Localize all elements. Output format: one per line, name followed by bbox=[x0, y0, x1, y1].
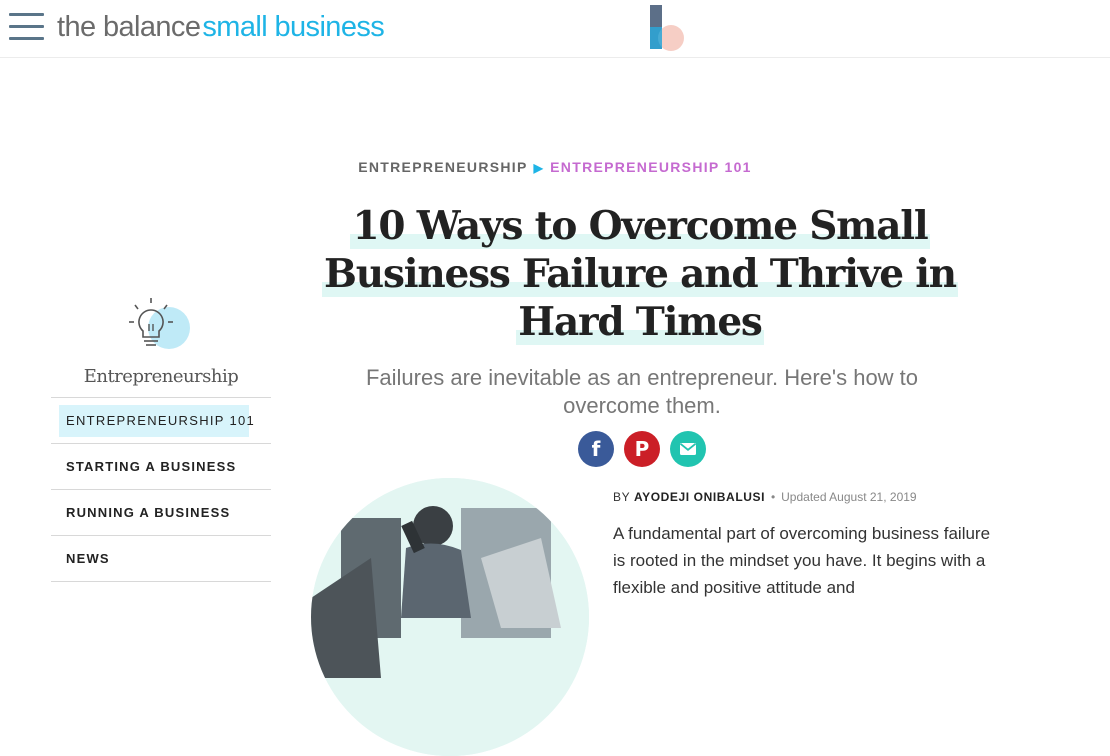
sidebar-item-starting-a-business[interactable]: STARTING A BUSINESS bbox=[51, 444, 271, 490]
pinterest-share-button[interactable]: P bbox=[624, 431, 660, 467]
site-logo[interactable]: the balancesmall business bbox=[57, 11, 385, 44]
sidebar-item-label[interactable]: STARTING A BUSINESS bbox=[66, 459, 236, 474]
article-body-paragraph: A fundamental part of overcoming busines… bbox=[613, 524, 991, 597]
logo-text-small-business: small business bbox=[202, 11, 385, 43]
hamburger-menu-icon[interactable] bbox=[9, 13, 44, 41]
byline-prefix: BY bbox=[613, 490, 630, 504]
sidebar-item-news[interactable]: NEWS bbox=[51, 536, 271, 582]
email-share-button[interactable] bbox=[670, 431, 706, 467]
breadcrumb-entrepreneurship[interactable]: ENTREPRENEURSHIP bbox=[358, 159, 527, 175]
sidebar-item-label[interactable]: NEWS bbox=[66, 551, 110, 566]
sidebar-item-running-a-business[interactable]: RUNNING A BUSINESS bbox=[51, 490, 271, 536]
site-header: the balancesmall business bbox=[0, 0, 1110, 58]
article-title: 10 Ways to Overcome Small Business Failu… bbox=[310, 202, 970, 346]
facebook-icon: f bbox=[591, 437, 601, 461]
lightbulb-icon bbox=[129, 298, 190, 349]
envelope-icon bbox=[679, 443, 697, 455]
author-link[interactable]: AYODEJI ONIBALUSI bbox=[634, 490, 765, 504]
breadcrumb-arrow-icon: ▶ bbox=[533, 161, 545, 175]
updated-date: Updated August 21, 2019 bbox=[781, 490, 917, 504]
facebook-share-button[interactable]: f bbox=[578, 431, 614, 467]
pinterest-icon: P bbox=[634, 437, 650, 461]
title-line-2: Business Failure and Thrive in bbox=[322, 251, 958, 297]
title-line-1: 10 Ways to Overcome Small bbox=[350, 203, 930, 249]
breadcrumb-entrepreneurship-101[interactable]: ENTREPRENEURSHIP 101 bbox=[550, 159, 752, 175]
sidebar-nav: ENTREPRENEURSHIP 101 STARTING A BUSINESS… bbox=[51, 397, 271, 582]
byline-bullet: • bbox=[771, 490, 776, 504]
sidebar-item-label[interactable]: RUNNING A BUSINESS bbox=[66, 505, 230, 520]
title-line-3: Hard Times bbox=[516, 299, 764, 345]
article-byline: BY AYODEJI ONIBALUSI • Updated August 21… bbox=[613, 490, 917, 504]
article-hero-image bbox=[311, 478, 589, 756]
sidebar-title: Entrepreneurship bbox=[83, 366, 239, 387]
sidebar-item-label[interactable]: ENTREPRENEURSHIP 101 bbox=[66, 413, 255, 428]
article-subtitle: Failures are inevitable as an entreprene… bbox=[365, 365, 919, 418]
hero-photo bbox=[311, 478, 589, 756]
logo-text-the-balance: the balance bbox=[57, 11, 201, 43]
sidebar-item-entrepreneurship-101[interactable]: ENTREPRENEURSHIP 101 bbox=[51, 398, 271, 444]
breadcrumb: ENTREPRENEURSHIP ▶ ENTREPRENEURSHIP 101 bbox=[0, 159, 1110, 175]
balance-b-logo-icon[interactable] bbox=[650, 5, 686, 51]
